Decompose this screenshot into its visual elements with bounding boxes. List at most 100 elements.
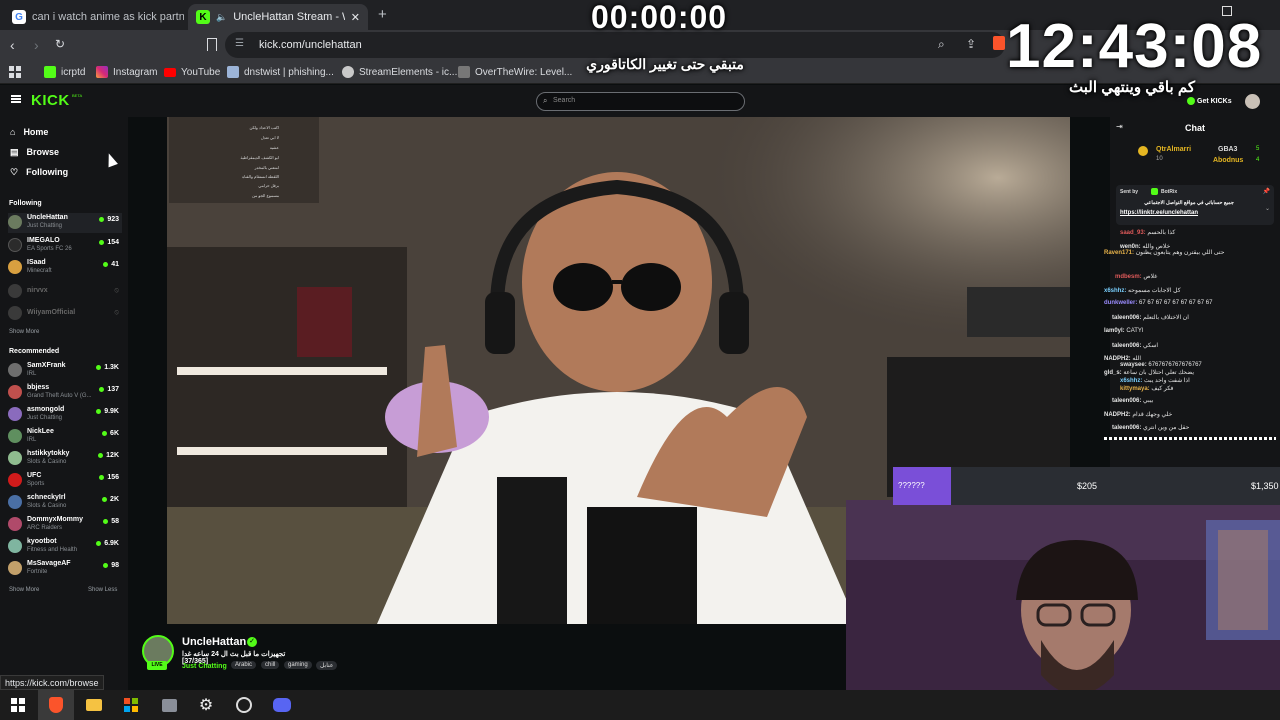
- chat-message: NADPH2: خلي وجهك قدام: [1104, 412, 1173, 418]
- tab-title: can i watch anime as kick partner - G: [32, 11, 184, 23]
- sidebar-channel[interactable]: ISaad Minecraft 41: [8, 258, 122, 278]
- browser-tab[interactable]: G can i watch anime as kick partner - G: [4, 4, 184, 30]
- heart-icon: ♡: [10, 166, 19, 177]
- microsoft-store-icon[interactable]: [121, 696, 141, 714]
- avatar: [8, 407, 22, 421]
- chat-message: taleen006: بيبي: [1112, 398, 1154, 404]
- chat-message: swaysee: 6767676767676767: [1120, 362, 1202, 368]
- stream-tag[interactable]: عنابل: [316, 661, 338, 670]
- sidebar-channel[interactable]: bbjess Grand Theft Auto V (G... 137: [8, 383, 122, 403]
- stream-tag[interactable]: gaming: [284, 661, 312, 669]
- taskbar: [0, 690, 1280, 720]
- sidebar-channel[interactable]: SamXFrank IRL 1.3K: [8, 361, 122, 381]
- get-kicks-button[interactable]: Get KICKs: [1187, 95, 1232, 107]
- file-explorer-icon[interactable]: [84, 696, 104, 714]
- search-input[interactable]: ⌕ Search: [536, 92, 745, 111]
- settings-icon[interactable]: ⚙: [196, 696, 216, 714]
- sidebar-channel-offline[interactable]: nirvvx ⦸: [8, 282, 122, 302]
- menu-icon[interactable]: [11, 95, 21, 103]
- show-more-following[interactable]: Show More: [9, 329, 39, 335]
- reload-icon[interactable]: ↻: [55, 37, 65, 51]
- top-user-value: 4: [1256, 157, 1260, 163]
- video-chat-overlay: اكتب الاعداد ولكن لا ابي تعدل عشيه ابو ا…: [169, 117, 319, 203]
- share-icon[interactable]: ⇪: [966, 37, 976, 51]
- show-more-recommended[interactable]: Show More: [9, 587, 39, 593]
- sidebar-channel[interactable]: NickLee IRL 6K: [8, 427, 122, 447]
- sidebar-channel[interactable]: asmongold Just Chatting 9.9K: [8, 405, 122, 425]
- chat-message: taleen006: حقل من وين انتري: [1112, 425, 1190, 431]
- bookmark-icon[interactable]: [207, 38, 217, 51]
- chat-message: x6shhz: كل الاجابات مسموحه: [1104, 288, 1181, 294]
- app-icon[interactable]: [159, 696, 179, 714]
- top-user[interactable]: QtrAlmarri: [1156, 146, 1191, 153]
- avatar: [8, 517, 22, 531]
- avatar: [8, 561, 22, 575]
- back-icon[interactable]: ‹: [10, 37, 15, 53]
- sidebar-channel[interactable]: kyootbot Fitness and Health 6.9K: [8, 537, 122, 557]
- bookmark-item[interactable]: YouTube: [164, 64, 220, 80]
- brave-browser-icon[interactable]: [38, 690, 74, 720]
- forward-icon[interactable]: ›: [34, 37, 39, 53]
- site-info-icon[interactable]: ☰: [235, 38, 244, 49]
- bookmark-item[interactable]: Instagram: [96, 64, 157, 80]
- chevron-down-icon[interactable]: ⌄: [1265, 205, 1270, 212]
- sidebar-channel[interactable]: MsSavageAF Fortnite 98: [8, 559, 122, 579]
- user-avatar[interactable]: [1245, 94, 1260, 109]
- bookmark-item[interactable]: dnstwist | phishing...: [227, 64, 334, 80]
- windows-logo-icon[interactable]: [8, 696, 28, 714]
- pinned-link[interactable]: https://linktr.ee/unclehattan: [1120, 210, 1198, 216]
- nav-home[interactable]: ⌂ Home: [10, 123, 48, 141]
- browser-tab-active[interactable]: K 🔈 UncleHattan Stream - Watch Li ✕: [188, 4, 368, 30]
- apps-grid-icon[interactable]: [9, 66, 21, 78]
- bookmark-item[interactable]: OverTheWire: Level...: [458, 64, 572, 80]
- nav-following[interactable]: ♡ Following: [10, 163, 68, 181]
- overthewire-icon: [458, 66, 470, 78]
- chat-message: gld_s: يضحك تعلي احتلال بان ساعة: [1104, 370, 1195, 376]
- verified-icon: ✓: [247, 637, 257, 647]
- chat-panel: ⇥ Chat QtrAlmarri 10 GBA3 5 Abodnus 4 Se…: [1110, 117, 1280, 507]
- avatar: [8, 260, 22, 274]
- top-user[interactable]: Abodnus: [1213, 157, 1243, 164]
- sidebar-channel[interactable]: hstikkytokky Slots & Casino 12K: [8, 449, 122, 469]
- stream-tag[interactable]: Arabic: [231, 661, 257, 669]
- avatar: [8, 495, 22, 509]
- brave-shields-icon[interactable]: [993, 36, 1005, 50]
- sidebar-channel[interactable]: schneckyIrl Slots & Casino 2K: [8, 493, 122, 513]
- zoom-icon[interactable]: ⌕: [938, 37, 945, 52]
- bookmark-item[interactable]: icrptd: [44, 64, 85, 80]
- chat-message: saad_93: كذا بالحسم: [1120, 230, 1176, 236]
- avatar: [8, 429, 22, 443]
- donation-label: ??????: [898, 481, 925, 490]
- close-tab-icon[interactable]: ✕: [351, 11, 360, 24]
- obs-icon[interactable]: [234, 696, 254, 714]
- sidebar-channel-offline[interactable]: WiiyamOfficial ⦸: [8, 304, 122, 324]
- status-url-tooltip: https://kick.com/browse: [0, 675, 104, 690]
- pinned-by-label: Sent by: [1120, 189, 1139, 195]
- top-user[interactable]: GBA3: [1218, 146, 1237, 153]
- avatar: [8, 238, 22, 252]
- chat-message: mdbesm: غلاص: [1115, 274, 1158, 280]
- nav-browse[interactable]: ▤ Browse: [10, 143, 59, 161]
- collapse-chat-icon[interactable]: ⇥: [1116, 122, 1123, 131]
- stream-category[interactable]: Just Chatting: [182, 663, 227, 670]
- sidebar-channel[interactable]: UFC Sports 156: [8, 471, 122, 491]
- sidebar-channel[interactable]: DommyxMommy ARC Raiders 58: [8, 515, 122, 535]
- recommended-heading: Recommended: [9, 348, 60, 355]
- discord-icon[interactable]: [272, 696, 292, 714]
- kick-icon: [44, 66, 56, 78]
- bookmark-item[interactable]: StreamElements - ic...: [342, 64, 457, 80]
- pinned-message[interactable]: Sent by BotRix جميع حساباتي في مواقع الت…: [1116, 185, 1274, 225]
- dnstwist-icon: [227, 66, 239, 78]
- streamer-name[interactable]: UncleHattan: [182, 636, 246, 648]
- show-less-recommended[interactable]: Show Less: [88, 587, 117, 593]
- sidebar-channel[interactable]: IMEGALO EA Sports FC 26 154: [8, 236, 122, 256]
- avatar: [8, 451, 22, 465]
- stream-tag[interactable]: chill: [261, 661, 280, 669]
- new-tab-button[interactable]: +: [378, 6, 387, 23]
- instagram-icon: [96, 66, 108, 78]
- kick-logo[interactable]: KICK: [31, 92, 70, 109]
- sidebar-channel[interactable]: UncleHattan Just Chatting 923: [8, 213, 122, 233]
- avatar: [8, 215, 22, 229]
- streamelements-icon: [342, 66, 354, 78]
- avatar: [8, 363, 22, 377]
